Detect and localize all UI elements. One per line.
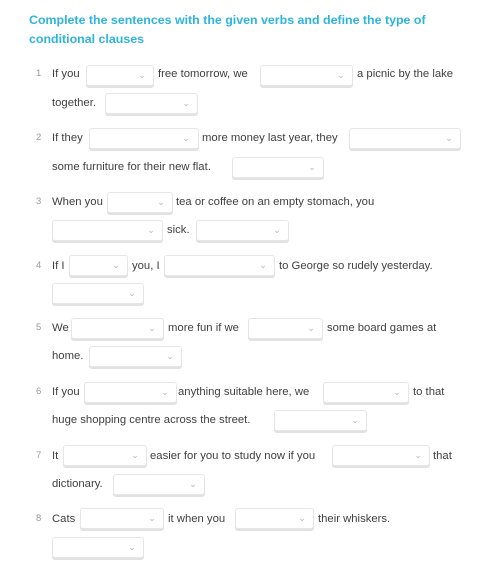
answer-dropdown[interactable]: ⌄: [89, 128, 199, 149]
sentence-text: their whiskers.: [318, 513, 391, 525]
sentence-text: easier for you to study now if you: [150, 450, 316, 462]
clause-type-dropdown[interactable]: ⌄: [196, 220, 289, 241]
sentence-text: huge shopping centre across the street.: [52, 414, 251, 426]
sentence-text: more fun if we: [168, 322, 239, 334]
chevron-down-icon: ⌄: [189, 479, 197, 489]
sentence-text: anything suitable here, we: [178, 386, 310, 398]
sentence-number: 3: [36, 196, 42, 207]
chevron-down-icon: ⌄: [298, 513, 306, 523]
sentence-text: to George so rudely yesterday.: [279, 260, 433, 272]
chevron-down-icon: ⌄: [138, 70, 146, 80]
sentence-text: dictionary.: [52, 478, 103, 490]
answer-dropdown[interactable]: ⌄: [69, 255, 128, 276]
chevron-down-icon: ⌄: [166, 351, 174, 361]
sentence-text: If they: [52, 132, 83, 144]
sentence-number: 7: [36, 450, 42, 461]
sentence-text: Cats: [52, 513, 76, 525]
chevron-down-icon: ⌄: [161, 387, 169, 397]
chevron-down-icon: ⌄: [393, 387, 401, 397]
chevron-down-icon: ⌄: [182, 98, 190, 108]
clause-type-dropdown[interactable]: ⌄: [232, 157, 324, 178]
chevron-down-icon: ⌄: [112, 260, 120, 270]
chevron-down-icon: ⌄: [147, 225, 155, 235]
sentence-text: that: [433, 450, 452, 462]
sentence-text: sick.: [167, 224, 190, 236]
sentence-number: 4: [36, 260, 42, 271]
chevron-down-icon: ⌄: [128, 288, 136, 298]
chevron-down-icon: ⌄: [128, 542, 136, 552]
answer-dropdown[interactable]: ⌄: [52, 220, 163, 241]
sentence-number: 5: [36, 322, 42, 333]
clause-type-dropdown[interactable]: ⌄: [52, 537, 144, 558]
chevron-down-icon: ⌄: [307, 323, 315, 333]
sentence-text: If you: [52, 386, 80, 398]
sentence-text: If you: [52, 68, 80, 80]
sentence-text: it when you: [168, 513, 226, 525]
sentence-text: When you: [52, 196, 103, 208]
answer-dropdown[interactable]: ⌄: [248, 318, 323, 339]
answer-dropdown[interactable]: ⌄: [260, 65, 353, 86]
sentence-text: some board games at: [327, 322, 437, 334]
chevron-down-icon: ⌄: [182, 133, 190, 143]
answer-dropdown[interactable]: ⌄: [349, 128, 461, 149]
chevron-down-icon: ⌄: [148, 323, 156, 333]
sentence-text: together.: [52, 97, 96, 109]
clause-type-dropdown[interactable]: ⌄: [52, 283, 144, 304]
sentence-text: If I: [52, 260, 65, 272]
sentence-text: tea or coffee on an empty stomach, you: [176, 196, 375, 208]
chevron-down-icon: ⌄: [308, 162, 316, 172]
chevron-down-icon: ⌄: [351, 415, 359, 425]
exercise-title: Complete the sentences with the given ve…: [29, 13, 426, 46]
answer-dropdown[interactable]: ⌄: [80, 508, 164, 529]
chevron-down-icon: ⌄: [157, 197, 165, 207]
chevron-down-icon: ⌄: [445, 133, 453, 143]
clause-type-dropdown[interactable]: ⌄: [274, 410, 367, 431]
sentence-text: you, I: [132, 260, 160, 272]
sentence-text: It: [52, 450, 59, 462]
answer-dropdown[interactable]: ⌄: [332, 445, 430, 466]
chevron-down-icon: ⌄: [148, 513, 156, 523]
answer-dropdown[interactable]: ⌄: [84, 382, 177, 403]
chevron-down-icon: ⌄: [337, 70, 345, 80]
answer-dropdown[interactable]: ⌄: [107, 192, 173, 213]
answer-dropdown[interactable]: ⌄: [63, 445, 147, 466]
sentence-text: We: [52, 322, 69, 334]
answer-dropdown[interactable]: ⌄: [323, 382, 409, 403]
chevron-down-icon: ⌄: [259, 260, 267, 270]
chevron-down-icon: ⌄: [414, 450, 422, 460]
sentence-text: to that: [413, 386, 445, 398]
answer-dropdown[interactable]: ⌄: [235, 508, 314, 529]
sentence-text: free tomorrow, we: [158, 68, 248, 80]
chevron-down-icon: ⌄: [273, 225, 281, 235]
chevron-down-icon: ⌄: [131, 450, 139, 460]
sentence-text: a picnic by the lake: [357, 68, 454, 80]
answer-dropdown[interactable]: ⌄: [86, 65, 154, 86]
sentence-text: home.: [52, 350, 84, 362]
clause-type-dropdown[interactable]: ⌄: [105, 93, 198, 114]
sentence-number: 1: [36, 68, 42, 79]
sentence-number: 6: [36, 386, 42, 397]
clause-type-dropdown[interactable]: ⌄: [113, 474, 205, 495]
sentence-number: 8: [36, 513, 42, 524]
sentence-text: some furniture for their new flat.: [52, 161, 211, 173]
answer-dropdown[interactable]: ⌄: [164, 255, 275, 276]
sentence-text: more money last year, they: [202, 132, 338, 144]
answer-dropdown[interactable]: ⌄: [71, 318, 164, 339]
clause-type-dropdown[interactable]: ⌄: [89, 346, 182, 367]
sentence-number: 2: [36, 132, 42, 143]
